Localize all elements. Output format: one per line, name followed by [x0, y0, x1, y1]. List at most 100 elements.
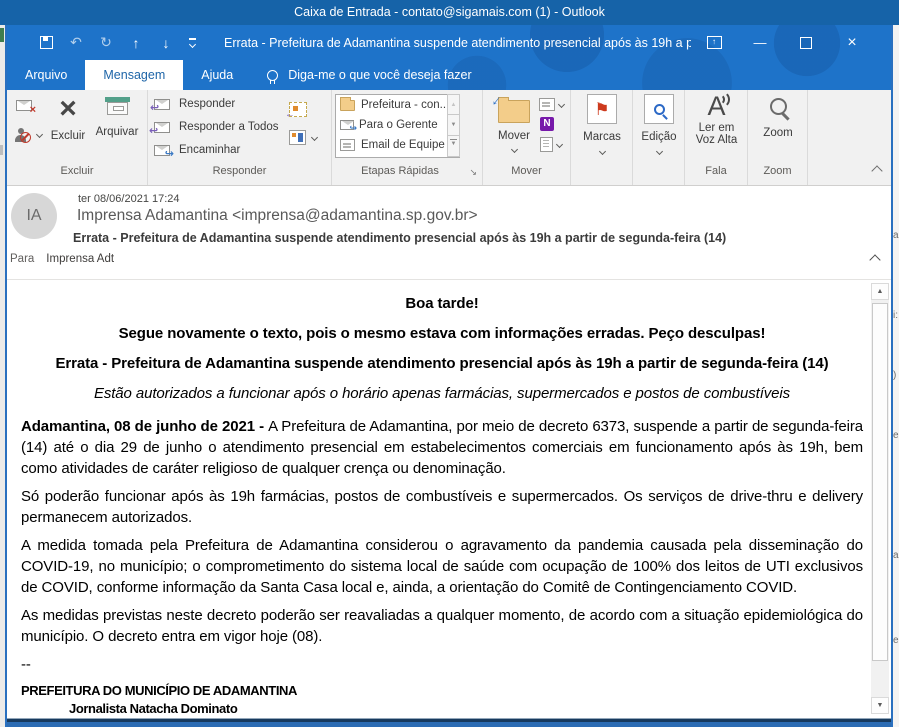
chevron-down-icon [510, 146, 517, 153]
body-paragraph: As medidas previstas neste decreto poder… [21, 605, 863, 647]
vertical-scrollbar[interactable]: ▲ ▼ [871, 283, 889, 714]
message-body: Boa tarde! Segue novamente o texto, pois… [7, 280, 891, 720]
gallery-scroll-up-button[interactable]: ▲ [447, 94, 460, 115]
delete-button[interactable]: × Excluir [47, 94, 89, 142]
window-title: Errata - Prefeitura de Adamantina suspen… [224, 36, 691, 50]
save-icon [40, 36, 53, 49]
background-window-sliver-right: a i: ) e a e [893, 25, 899, 727]
scrollbar-thumb[interactable] [872, 303, 888, 661]
archive-button[interactable]: Arquivar [91, 94, 143, 138]
ribbon-display-options-button[interactable]: ↑ [691, 36, 737, 49]
editing-button[interactable]: Edição [633, 94, 685, 154]
gallery-more-button[interactable]: ▼ [447, 136, 460, 157]
body-headline: Errata - Prefeitura de Adamantina suspen… [21, 353, 863, 374]
collapse-ribbon-button[interactable] [873, 167, 881, 175]
rules-button[interactable] [539, 98, 564, 111]
recipient-row: Para Imprensa Adt [10, 253, 114, 265]
group-label-fala: Fala [685, 165, 747, 177]
send-to-onenote-button[interactable]: N [540, 117, 554, 131]
body-paragraph: Adamantina, 08 de junho de 2021 - A Pref… [21, 416, 863, 479]
quick-steps-dialog-launcher[interactable]: ↘ [469, 167, 477, 178]
lightbulb-icon [267, 70, 278, 81]
actions-button[interactable] [540, 137, 562, 152]
signature: PREFEITURA DO MUNICÍPIO DE ADAMANTINA Jo… [21, 682, 863, 718]
move-folder-icon: ↓ [498, 100, 530, 123]
quick-step-item[interactable]: Email de Equipe [336, 135, 459, 155]
scroll-down-icon: ▼ [877, 702, 884, 709]
sender-address[interactable]: Imprensa Adamantina <imprensa@adamantina… [77, 207, 478, 225]
scroll-down-button[interactable]: ▼ [871, 697, 889, 714]
chevron-down-icon [558, 101, 565, 108]
quick-steps-scroll: ▲ ▼ ▼ [447, 94, 460, 157]
chevron-down-icon [655, 148, 662, 155]
tell-me-box[interactable]: Diga-me o que você deseja fazer [267, 60, 471, 90]
undo-button[interactable]: ↶ [61, 34, 91, 51]
reply-button[interactable]: ↩ Responder [154, 98, 235, 110]
tab-arquivo[interactable]: Arquivo [7, 60, 85, 90]
scroll-up-icon: ▲ [877, 288, 884, 295]
ribbon-group-marcas: ⚑ Marcas [571, 90, 633, 185]
arrow-up-icon: ↑ [133, 35, 140, 51]
forward-button[interactable]: ↪ Encaminhar [154, 144, 240, 156]
ribbon-group-excluir: × × Excluir Arquivar Excluir [7, 90, 148, 185]
minimize-button[interactable]: — [737, 35, 783, 50]
im-reply-icon [289, 130, 306, 145]
ribbon-group-fala: A Ler em Voz Alta Fala [685, 90, 748, 185]
zoom-button[interactable]: Zoom [748, 94, 808, 139]
background-window-title: Caixa de Entrada - contato@sigamais.com … [294, 5, 605, 19]
body-subheadline: Estão autorizados a funcionar após o hor… [21, 383, 863, 404]
zoom-icon [770, 98, 787, 115]
tab-mensagem[interactable]: Mensagem [85, 60, 183, 90]
quick-step-item[interactable]: ↪ Para o Gerente [336, 115, 459, 135]
minimize-icon: — [754, 35, 767, 50]
archive-icon [105, 97, 130, 116]
move-button[interactable]: ↓ Mover [491, 94, 537, 152]
tags-button[interactable]: ⚑ Marcas [571, 94, 633, 154]
group-label-quick-steps: Etapas Rápidas [332, 165, 482, 177]
close-button[interactable]: × [829, 34, 875, 52]
tab-ajuda[interactable]: Ajuda [183, 60, 251, 90]
reply-with-meeting-button[interactable]: ← [289, 102, 307, 117]
background-text-fragment: a [893, 230, 899, 241]
background-window-titlebar: Caixa de Entrada - contato@sigamais.com … [0, 0, 899, 25]
customize-qat-button[interactable] [189, 38, 196, 47]
to-label: Para [10, 253, 34, 265]
scroll-up-button[interactable]: ▲ [871, 283, 889, 300]
redo-icon: ↻ [100, 34, 112, 50]
group-label-zoom: Zoom [748, 165, 807, 177]
chevron-down-icon [311, 134, 318, 141]
next-item-button[interactable]: ↓ [151, 35, 181, 51]
gallery-scroll-down-button[interactable]: ▼ [447, 115, 460, 136]
signature-name: Jornalista Natacha Dominato [21, 700, 863, 718]
read-aloud-button[interactable]: A Ler em Voz Alta [685, 92, 748, 146]
meeting-reply-icon: ← [289, 102, 307, 117]
avatar[interactable]: IA [11, 193, 57, 239]
undo-icon: ↶ [70, 34, 82, 50]
ribbon-group-mover: ↓ Mover N Mover [483, 90, 571, 185]
reply-all-button[interactable]: ↩ Responder a Todos [154, 121, 279, 133]
recipient[interactable]: Imprensa Adt [46, 253, 114, 265]
background-window-fragment [0, 145, 3, 155]
maximize-button[interactable] [783, 37, 829, 49]
redo-button[interactable]: ↻ [91, 34, 121, 51]
background-text-fragment: ) [893, 370, 899, 381]
ignore-button[interactable]: × [16, 100, 32, 111]
scroll-down-icon: ▼ [451, 122, 457, 128]
collapse-header-button[interactable] [871, 256, 879, 264]
customize-qat-icon [189, 38, 196, 40]
quick-step-item[interactable]: Prefeitura - con... [336, 95, 459, 115]
ribbon: × × Excluir Arquivar Excluir [7, 90, 891, 186]
save-button[interactable] [31, 36, 61, 49]
window-controls: ↑ — × [691, 34, 891, 52]
ribbon-tab-row: Arquivo Mensagem Ajuda Diga-me o que voc… [7, 60, 891, 90]
message-subject: Errata - Prefeitura de Adamantina suspen… [73, 231, 726, 245]
background-text-fragment: e [893, 635, 899, 646]
group-label-excluir: Excluir [7, 165, 147, 177]
previous-item-button[interactable]: ↑ [121, 35, 151, 51]
team-email-icon [340, 139, 355, 151]
more-respond-options-button[interactable] [289, 130, 317, 145]
flag-box: ⚑ [587, 94, 617, 124]
find-icon [654, 104, 665, 115]
titlebar: ↶ ↻ ↑ ↓ Errata - Prefeitura de Adamantin… [7, 25, 891, 60]
junk-email-button[interactable] [12, 126, 42, 143]
